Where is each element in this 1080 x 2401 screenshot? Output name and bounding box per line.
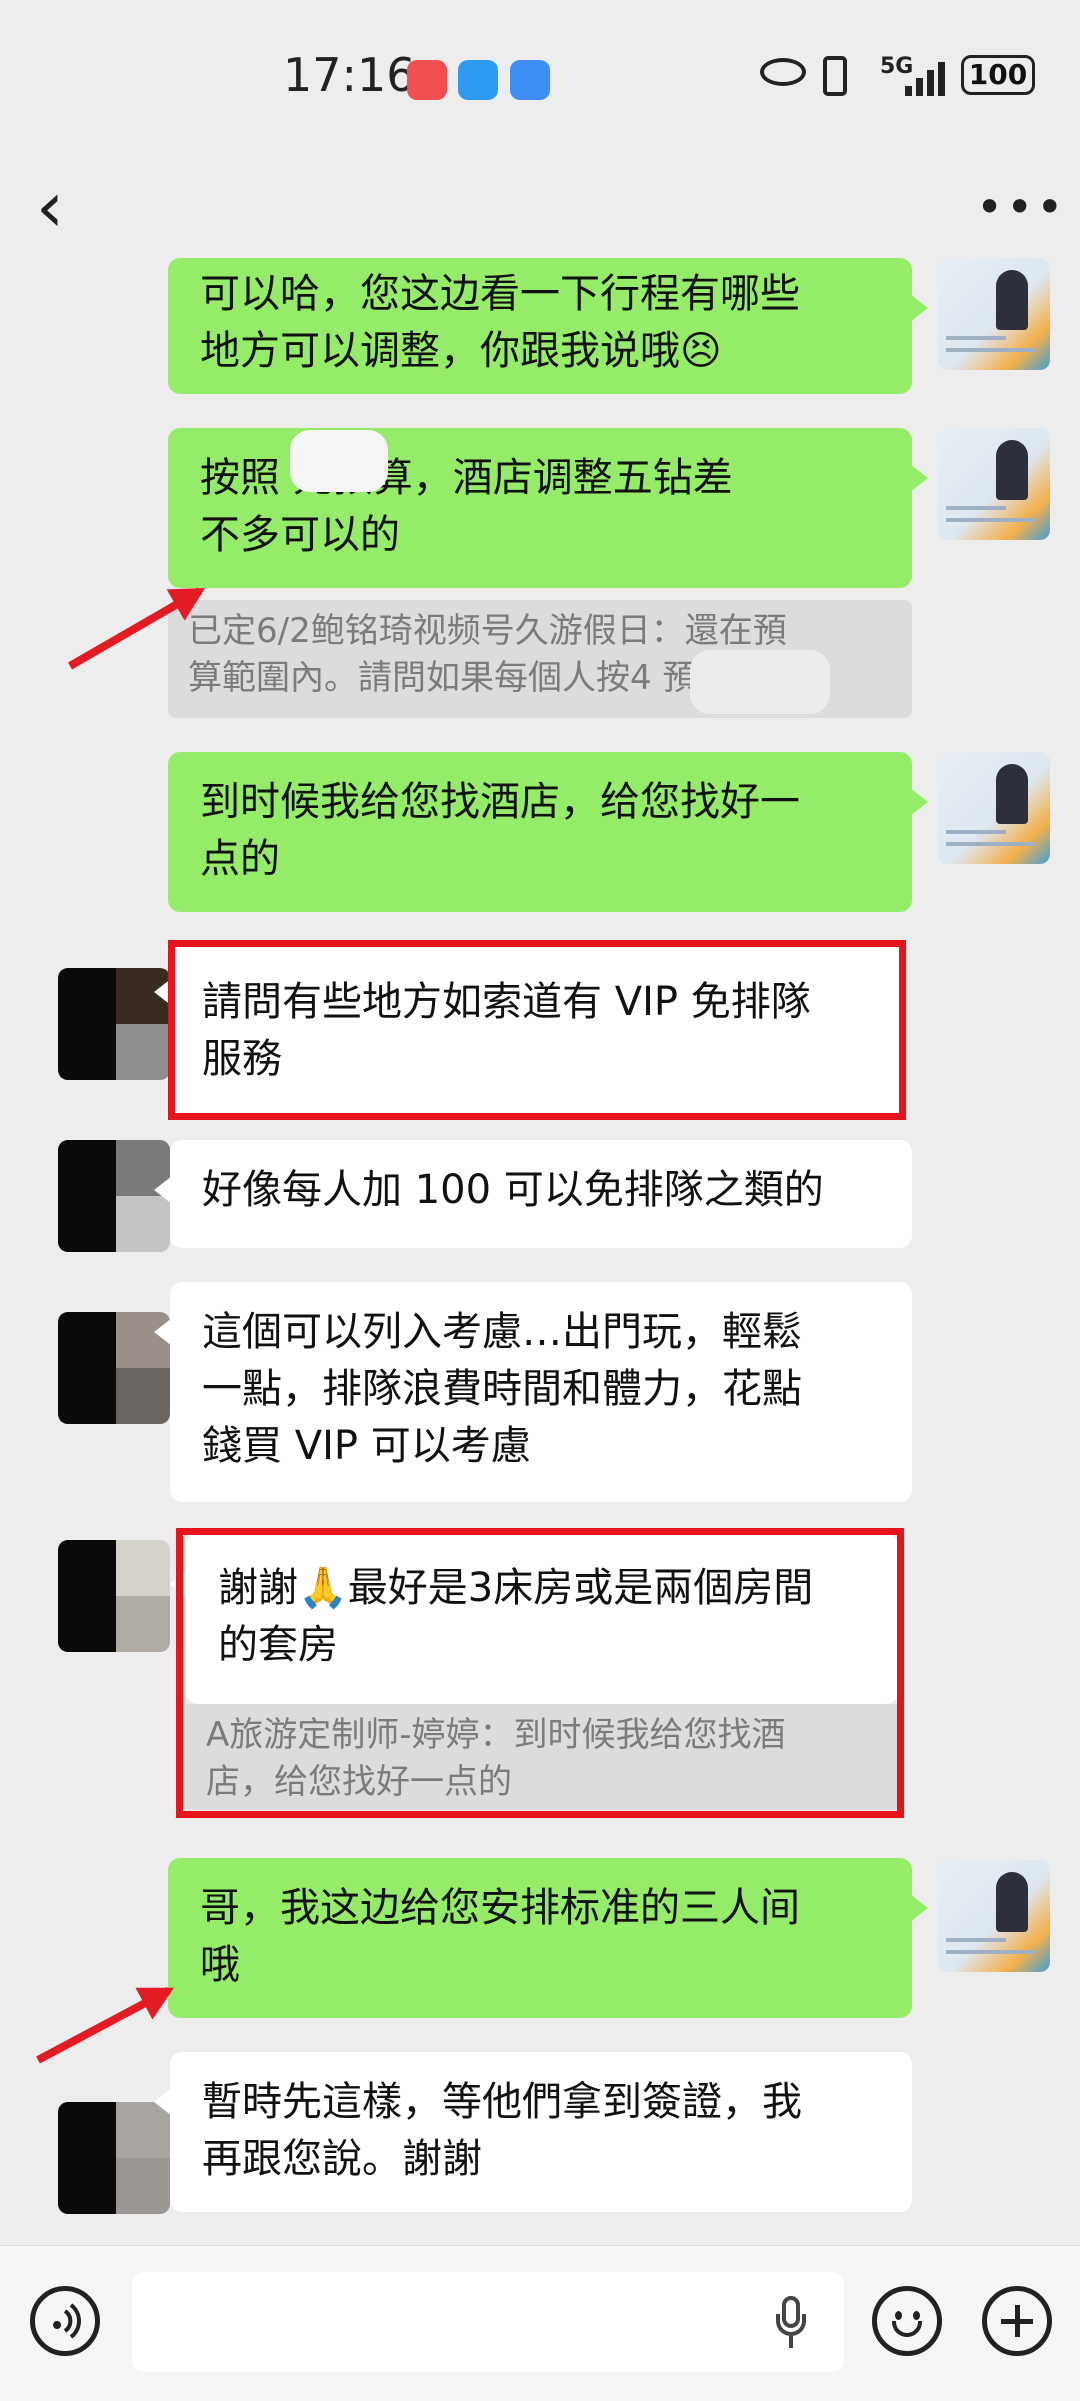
vibrate-icon xyxy=(823,56,847,96)
redaction-mark xyxy=(690,650,830,714)
my-avatar[interactable] xyxy=(938,428,1050,540)
message-line: 哦 xyxy=(200,1942,240,1988)
my-avatar[interactable] xyxy=(938,1860,1050,1972)
message-bubble-incoming[interactable]: 這個可以列入考慮…出門玩，輕鬆 一點，排隊浪費時間和體力，花點 錢買 VIP 可… xyxy=(154,1282,912,1502)
message-input-bar xyxy=(0,2245,1080,2401)
chat-header: ‹ ••• xyxy=(0,150,1080,270)
emoji-icon[interactable] xyxy=(872,2286,942,2356)
my-avatar[interactable] xyxy=(938,258,1050,370)
message-bubble-outgoing[interactable]: 按照 元预算，酒店调整五钻差 不多可以的 xyxy=(168,428,928,588)
message-line: 錢買 VIP 可以考慮 xyxy=(202,1423,531,1469)
signal-bars-icon xyxy=(905,60,949,96)
message-line: 点的 xyxy=(200,836,280,882)
message-line: 哥，我这边给您安排标准的三人间 xyxy=(200,1885,800,1931)
quote-line: 已定6/2鲍铭琦视频号久游假日：還在預 xyxy=(188,611,787,651)
message-bubble-outgoing[interactable]: 到时候我给您找酒店，给您找好一 点的 xyxy=(168,752,928,912)
message-bubble-incoming[interactable]: 暫時先這樣，等他們拿到簽證，我 再跟您說。謝謝 xyxy=(154,2052,912,2212)
more-options-icon[interactable]: ••• xyxy=(976,180,1066,234)
message-line: 到时候我给您找酒店，给您找好一 xyxy=(200,779,800,825)
message-line: 暫時先這樣，等他們拿到簽證，我 xyxy=(202,2079,802,2125)
eye-icon xyxy=(760,58,806,86)
highlight-box xyxy=(176,1528,904,1818)
message-bubble-outgoing[interactable]: 哥，我这边给您安排标准的三人间 哦 xyxy=(168,1858,928,2018)
redaction-mark xyxy=(290,430,388,492)
huawei-app-icon xyxy=(407,60,447,100)
voice-mode-icon[interactable] xyxy=(30,2286,100,2356)
message-app-icon xyxy=(458,60,498,100)
plus-icon[interactable] xyxy=(982,2286,1052,2356)
weather-app-icon xyxy=(510,60,550,100)
message-line: 這個可以列入考慮…出門玩，輕鬆 xyxy=(202,1309,802,1355)
status-bar: 17:16 5G 100 xyxy=(0,0,1080,150)
message-line: 不多可以的 xyxy=(200,512,400,558)
chevron-left-icon[interactable]: ‹ xyxy=(36,172,64,242)
message-bubble-incoming[interactable]: 好像每人加 100 可以免排隊之類的 xyxy=(154,1140,912,1248)
highlight-box xyxy=(168,940,906,1120)
message-line: 地方可以调整，你跟我说哦😣 xyxy=(200,328,722,374)
message-line: 再跟您說。謝謝 xyxy=(202,2136,482,2182)
battery-indicator: 100 xyxy=(961,55,1035,95)
status-time: 17:16 xyxy=(283,48,416,102)
contact-avatar[interactable] xyxy=(58,2102,170,2214)
red-arrow-annotation xyxy=(36,1986,171,2064)
message-line: 一點，排隊浪費時間和體力，花點 xyxy=(202,1366,802,1412)
chat-message-list[interactable]: 可以哈，您这边看一下行程有哪些 地方可以调整，你跟我说哦😣 按照 元预算，酒店调… xyxy=(0,258,1080,2245)
microphone-icon[interactable] xyxy=(776,2296,806,2348)
message-line: 好像每人加 100 可以免排隊之類的 xyxy=(202,1167,824,1213)
message-text-input[interactable] xyxy=(132,2272,844,2372)
message-bubble-outgoing[interactable]: 可以哈，您这边看一下行程有哪些 地方可以调整，你跟我说哦😣 xyxy=(168,258,928,394)
contact-avatar[interactable] xyxy=(58,1540,170,1652)
my-avatar[interactable] xyxy=(938,752,1050,864)
message-line: 可以哈，您这边看一下行程有哪些 xyxy=(200,271,800,317)
